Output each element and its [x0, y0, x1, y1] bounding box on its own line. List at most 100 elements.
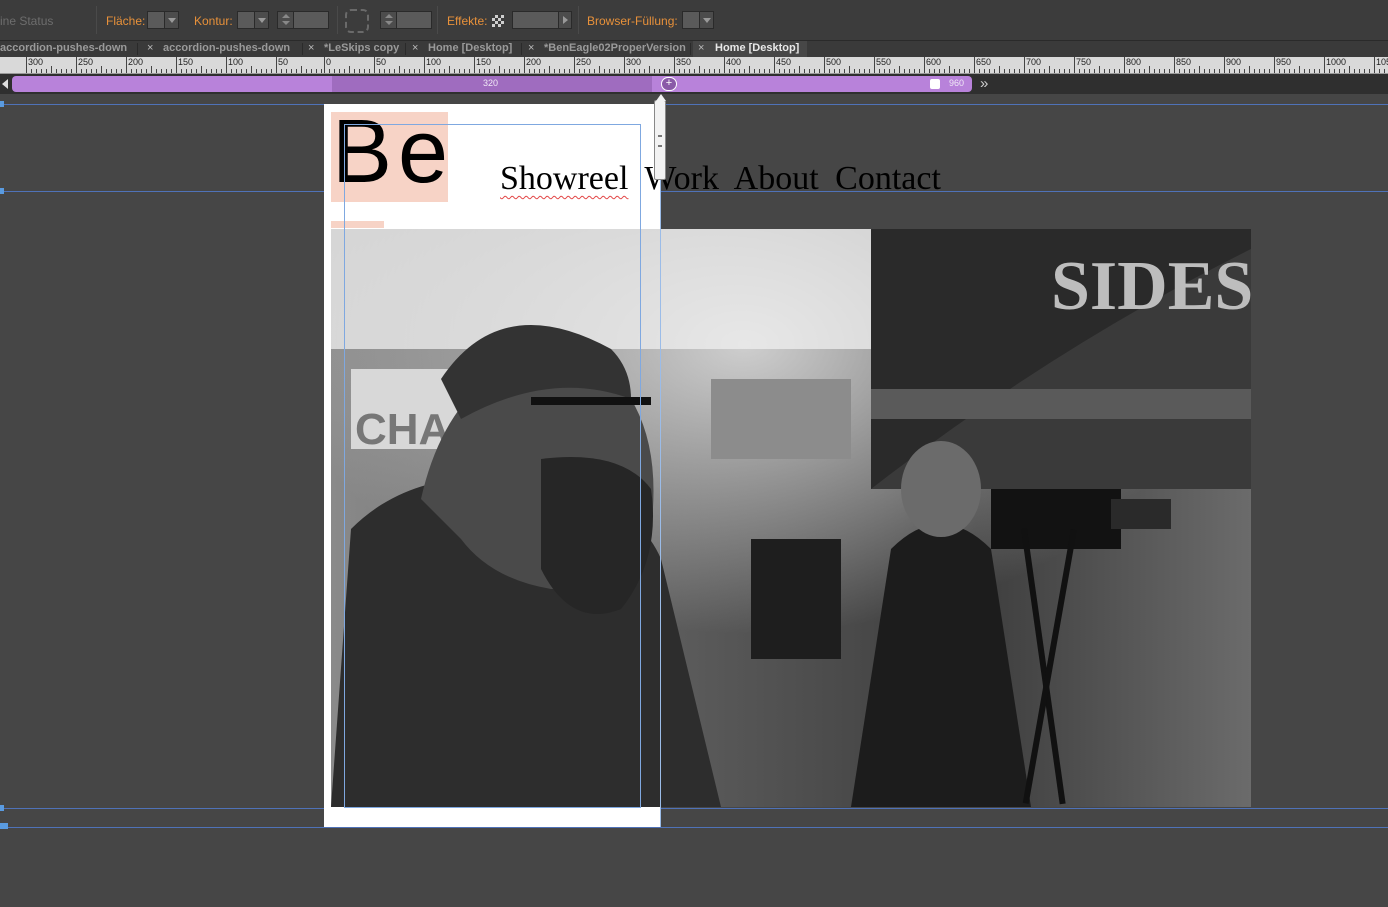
tab-document[interactable]: × Home [Desktop] — [412, 41, 522, 57]
close-icon[interactable]: × — [308, 41, 314, 56]
effects-dropdown[interactable] — [512, 11, 572, 29]
ruler-major-tick — [324, 57, 325, 73]
ruler-minor-tick — [111, 69, 112, 73]
ruler-minor-tick — [869, 69, 870, 73]
ruler-minor-tick — [36, 69, 37, 73]
ruler-minor-tick — [704, 69, 705, 73]
guide-marker[interactable] — [0, 805, 4, 811]
ruler-minor-tick — [409, 69, 410, 73]
stepper-arrows-icon[interactable] — [381, 12, 397, 28]
design-canvas[interactable]: Be Showreel Work About Contact SIDES CHA — [0, 94, 1388, 907]
tab-document[interactable]: accordion-pushes-down — [0, 41, 136, 57]
ruler-major-tick — [26, 57, 27, 73]
ruler-minor-tick — [749, 66, 750, 73]
chevron-down-icon[interactable] — [699, 12, 713, 28]
ruler-minor-tick — [799, 66, 800, 73]
ruler-minor-tick — [934, 69, 935, 73]
corner-radius-icon — [345, 9, 369, 33]
ruler-minor-tick — [1304, 69, 1305, 73]
ruler-minor-tick — [684, 69, 685, 73]
ruler-major-tick — [1374, 57, 1375, 73]
stroke-label: Kontur: — [194, 14, 233, 28]
svg-text:SIDESH: SIDESH — [1051, 248, 1251, 325]
stroke-swatch[interactable] — [237, 11, 269, 29]
tab-document[interactable]: × *LeSkips copy — [308, 41, 411, 57]
ruler-minor-tick — [784, 69, 785, 73]
horizontal-ruler[interactable]: 300 250 200 150 100 50 0 50 100 150 200 250 300 350 40… — [0, 57, 1388, 74]
ruler-minor-tick — [196, 69, 197, 73]
ruler-minor-tick — [899, 66, 900, 73]
ruler-label: 1050 — [1376, 57, 1388, 67]
ruler-minor-tick — [1204, 69, 1205, 73]
tab-document-active[interactable]: × Home [Desktop] — [693, 41, 807, 57]
corner-radius-stepper[interactable] — [380, 11, 432, 29]
viewport-resize-grip[interactable] — [654, 94, 666, 180]
guide-line[interactable] — [0, 104, 1388, 105]
ruler-minor-tick — [914, 69, 915, 73]
ruler-major-tick — [226, 57, 227, 73]
nav-link-about[interactable]: About — [734, 160, 819, 197]
ruler-minor-tick — [939, 69, 940, 73]
media-query-inner-width: 320 — [483, 78, 499, 88]
play-arrow-icon[interactable] — [558, 12, 571, 28]
double-chevron-right-icon[interactable]: » — [980, 75, 988, 92]
ruler-minor-tick — [1019, 69, 1020, 73]
stepper-arrows-icon[interactable] — [278, 12, 294, 28]
ruler-minor-tick — [954, 69, 955, 73]
toolbar-divider — [337, 6, 338, 34]
media-query-outer-width: 960 — [949, 78, 965, 88]
ruler-minor-tick — [854, 69, 855, 73]
ruler-minor-tick — [444, 69, 445, 73]
media-query-bar: 320 + 960 » — [0, 74, 1388, 94]
arrow-left-icon[interactable] — [2, 79, 8, 89]
ruler-minor-tick — [1034, 69, 1035, 73]
ruler-minor-tick — [879, 69, 880, 73]
ruler-minor-tick — [599, 66, 600, 73]
ruler-minor-tick — [944, 69, 945, 73]
ruler-label: 150 — [178, 57, 194, 67]
ruler-minor-tick — [949, 66, 950, 73]
close-icon[interactable]: × — [147, 41, 153, 56]
ruler-major-tick — [924, 57, 925, 73]
tab-document[interactable]: × *BenEagle02ProperVersion — [528, 41, 694, 57]
chevron-down-icon[interactable] — [254, 12, 268, 28]
close-icon[interactable]: × — [412, 41, 418, 56]
guide-marker[interactable] — [0, 101, 4, 107]
guide-line[interactable] — [0, 827, 1388, 828]
ruler-major-tick — [724, 57, 725, 73]
ruler-minor-tick — [1234, 69, 1235, 73]
ruler-minor-tick — [266, 69, 267, 73]
add-media-query-icon[interactable]: + — [661, 77, 677, 91]
resize-handle-icon[interactable] — [930, 79, 940, 89]
ruler-label: 900 — [1226, 57, 1242, 67]
ruler-minor-tick — [46, 69, 47, 73]
ruler-minor-tick — [1379, 69, 1380, 73]
ruler-major-tick — [574, 57, 575, 73]
guide-marker[interactable] — [0, 188, 4, 194]
document-tabs: accordion-pushes-down × accordion-pushes… — [0, 41, 1388, 57]
fill-swatch[interactable] — [147, 11, 179, 29]
nav-link-contact[interactable]: Contact — [835, 160, 941, 197]
ruler-minor-tick — [1199, 66, 1200, 73]
ruler-label: 700 — [1026, 57, 1042, 67]
toolbar-divider — [578, 6, 579, 34]
ruler-label: 450 — [776, 57, 792, 67]
chevron-down-icon[interactable] — [164, 12, 178, 28]
ruler-major-tick — [874, 57, 875, 73]
guide-line[interactable] — [0, 808, 1388, 809]
ruler-minor-tick — [1144, 69, 1145, 73]
close-icon[interactable]: × — [698, 41, 704, 56]
ruler-minor-tick — [251, 66, 252, 73]
tab-document[interactable]: × accordion-pushes-down — [147, 41, 303, 57]
ruler-label: 400 — [726, 57, 742, 67]
ruler-minor-tick — [1344, 69, 1345, 73]
ruler-major-tick — [474, 57, 475, 73]
browser-fill-swatch[interactable] — [682, 11, 714, 29]
stroke-width-stepper[interactable] — [277, 11, 329, 29]
guide-marker[interactable] — [0, 823, 8, 829]
ruler-minor-tick — [694, 69, 695, 73]
ruler-minor-tick — [186, 69, 187, 73]
ruler-minor-tick — [1044, 69, 1045, 73]
close-icon[interactable]: × — [528, 41, 534, 56]
ruler-label: 950 — [1276, 57, 1292, 67]
